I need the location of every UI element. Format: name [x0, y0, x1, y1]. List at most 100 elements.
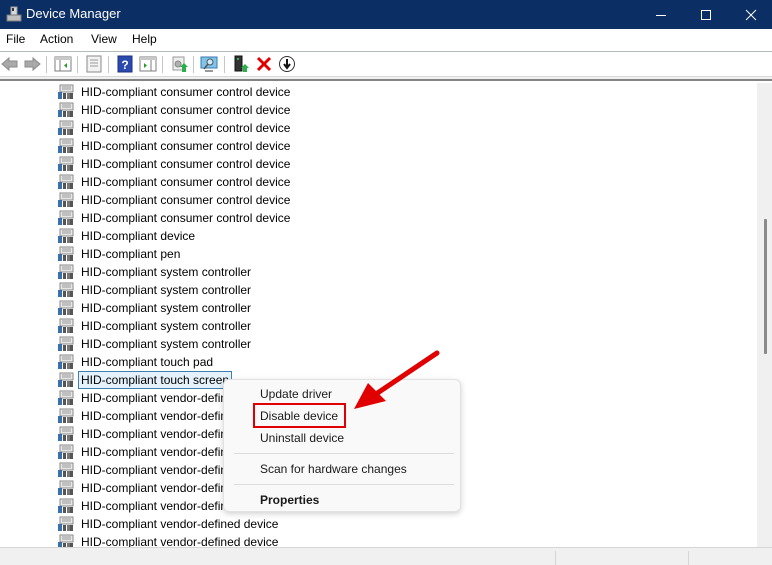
minimize-button[interactable]	[638, 0, 684, 29]
toolbar-separator	[224, 56, 225, 73]
window-title: Device Manager	[26, 6, 121, 21]
hid-device-icon	[57, 426, 74, 442]
tree-item[interactable]: HID-compliant consumer control device	[57, 83, 292, 101]
help-icon[interactable]: ?	[116, 55, 134, 73]
tree-item-label: HID-compliant system controller	[81, 283, 252, 297]
menu-action[interactable]: Action	[40, 32, 73, 46]
tree-item[interactable]: HID-compliant consumer control device	[57, 173, 292, 191]
hid-device-icon	[57, 246, 74, 262]
toolbar: ?	[0, 51, 772, 77]
tree-item-label: HID-compliant consumer control device	[81, 103, 291, 117]
tree-item[interactable]: HID-compliant system controller	[57, 299, 253, 317]
update-driver-icon[interactable]	[170, 55, 188, 73]
close-button[interactable]	[728, 0, 772, 29]
tree-item-label: HID-compliant vendor-defined device	[81, 517, 279, 531]
add-legacy-hardware-icon[interactable]	[232, 55, 250, 73]
menu-help[interactable]: Help	[132, 32, 157, 46]
hid-device-icon	[57, 408, 74, 424]
toolbar-separator	[193, 56, 194, 73]
tree-item[interactable]: HID-compliant system controller	[57, 335, 253, 353]
hid-device-icon	[57, 480, 74, 496]
tree-item-label: HID-compliant consumer control device	[81, 157, 291, 171]
tree-item-label: HID-compliant system controller	[81, 301, 252, 315]
tree-item[interactable]: HID-compliant consumer control device	[57, 119, 292, 137]
tree-item[interactable]: HID-compliant vendor-defined device	[57, 515, 280, 533]
tree-item[interactable]: HID-compliant consumer control device	[57, 137, 292, 155]
menu-item-properties[interactable]: Properties	[260, 493, 319, 507]
title-bar: Device Manager	[0, 0, 772, 29]
toolbar-separator	[162, 56, 163, 73]
menu-item-uninstall-device[interactable]: Uninstall device	[260, 431, 344, 445]
hid-device-icon	[57, 354, 74, 370]
scan-hardware-icon[interactable]	[200, 55, 218, 73]
disable-icon[interactable]	[278, 55, 296, 73]
status-bar	[0, 547, 772, 565]
hid-device-icon	[57, 282, 74, 298]
show-hide-console-tree-icon[interactable]	[54, 55, 72, 73]
minimize-icon	[656, 14, 666, 16]
toolbar-separator	[108, 56, 109, 73]
tree-item[interactable]: HID-compliant consumer control device	[57, 209, 292, 227]
tree-item-label: HID-compliant system controller	[81, 265, 252, 279]
tree-item[interactable]: HID-compliant consumer control device	[57, 101, 292, 119]
tree-item[interactable]: HID-compliant system controller	[57, 317, 253, 335]
toolbar-separator	[46, 56, 47, 73]
annotation-highlight-box	[253, 403, 346, 428]
hid-device-icon	[57, 390, 74, 406]
close-icon	[745, 9, 757, 20]
tree-item[interactable]: HID-compliant vendor-defined device	[57, 533, 280, 547]
tree-item[interactable]: HID-compliant system controller	[57, 263, 253, 281]
annotation-arrow-icon	[354, 350, 440, 409]
tree-item-label: HID-compliant consumer control device	[81, 175, 291, 189]
uninstall-icon[interactable]	[255, 55, 273, 73]
hid-device-icon	[57, 228, 74, 244]
menu-item-scan-hardware[interactable]: Scan for hardware changes	[260, 462, 407, 476]
tree-item-label: HID-compliant consumer control device	[81, 139, 291, 153]
menu-bar: File Action View Help	[0, 29, 772, 51]
maximize-icon	[701, 9, 711, 20]
tree-item[interactable]: HID-compliant system controller	[57, 281, 253, 299]
device-manager-icon	[6, 6, 22, 22]
tree-item-label: HID-compliant consumer control device	[81, 211, 291, 225]
tree-item[interactable]: HID-compliant pen	[57, 245, 182, 263]
menu-separator	[234, 484, 454, 485]
hid-device-icon	[57, 120, 74, 136]
menu-file[interactable]: File	[6, 32, 25, 46]
hid-device-icon	[57, 534, 74, 547]
hid-device-icon	[57, 264, 74, 280]
hid-device-icon	[57, 102, 74, 118]
hid-device-icon	[57, 192, 74, 208]
properties-icon[interactable]	[85, 55, 103, 73]
tree-item-label: HID-compliant touch pad	[81, 355, 214, 369]
tree-item-label: HID-compliant pen	[81, 247, 181, 261]
vertical-scrollbar[interactable]	[757, 83, 772, 547]
scrollbar-thumb[interactable]	[764, 219, 767, 354]
tree-item-selected[interactable]: HID-compliant touch screen	[57, 371, 233, 389]
hid-device-icon	[57, 138, 74, 154]
show-hide-action-pane-icon[interactable]	[139, 55, 157, 73]
hid-device-icon	[57, 462, 74, 478]
tree-item-label: HID-compliant vendor-defined device	[81, 535, 279, 547]
svg-text:?: ?	[121, 58, 128, 72]
hid-device-icon	[57, 336, 74, 352]
tree-item[interactable]: HID-compliant consumer control device	[57, 191, 292, 209]
hid-device-icon	[57, 516, 74, 532]
menu-item-update-driver[interactable]: Update driver	[260, 387, 332, 401]
tree-item-label: HID-compliant system controller	[81, 319, 252, 333]
tree-item[interactable]: HID-compliant device	[57, 227, 197, 245]
forward-icon[interactable]	[23, 55, 41, 73]
hid-device-icon	[57, 210, 74, 226]
menu-view[interactable]: View	[91, 32, 117, 46]
tree-item-label: HID-compliant consumer control device	[81, 193, 291, 207]
tree-item-label: HID-compliant consumer control device	[81, 121, 291, 135]
tree-item[interactable]: HID-compliant consumer control device	[57, 155, 292, 173]
hid-device-icon	[57, 372, 74, 388]
maximize-button[interactable]	[683, 0, 729, 29]
back-icon[interactable]	[1, 55, 19, 73]
status-separator	[555, 551, 556, 565]
menu-separator	[234, 453, 454, 454]
hid-device-icon	[57, 318, 74, 334]
toolbar-separator	[77, 56, 78, 73]
hid-device-icon	[57, 444, 74, 460]
tree-item[interactable]: HID-compliant touch pad	[57, 353, 215, 371]
